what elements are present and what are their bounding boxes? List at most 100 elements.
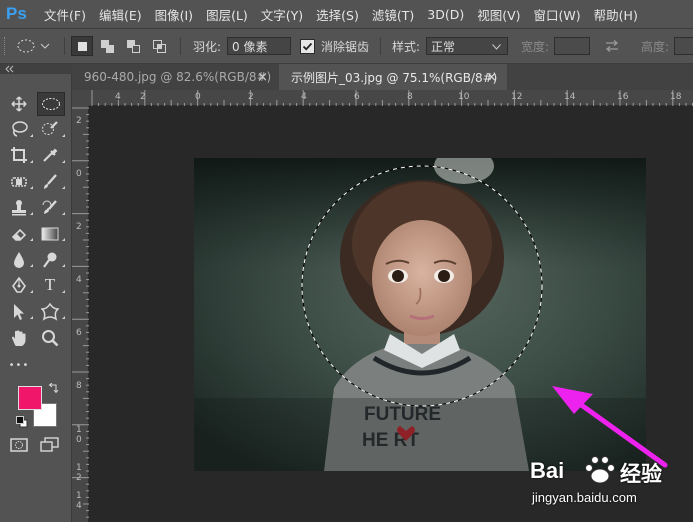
elliptical-marquee-tool[interactable] — [37, 92, 65, 116]
brush-tool[interactable] — [38, 171, 62, 193]
new-selection-icon — [78, 42, 87, 51]
menu-window[interactable]: 窗口(W) — [534, 5, 581, 24]
document-image[interactable]: FUTURE HE RT — [194, 158, 646, 471]
hand-icon — [12, 330, 26, 346]
foreground-color-swatch[interactable] — [18, 386, 42, 410]
edit-toolbar-button[interactable]: ••• — [7, 354, 31, 376]
quick-mask-button[interactable] — [7, 434, 31, 456]
ellipse-marquee-icon — [42, 98, 60, 110]
zoom-tool[interactable] — [38, 327, 62, 349]
stamp-icon — [12, 200, 26, 216]
baidu-jingyan-watermark: Bai 经验 jingyan.baidu.com — [530, 446, 690, 510]
gradient-tool[interactable] — [38, 223, 62, 245]
ruler-label: 2 — [76, 473, 82, 483]
width-input[interactable] — [554, 37, 590, 55]
ruler-label: 8 — [76, 381, 82, 391]
arrow-cursor-icon — [14, 304, 24, 320]
ruler-label: 0 — [76, 435, 82, 445]
default-colors-icon — [16, 416, 28, 428]
watermark-brand-left: Bai — [530, 458, 565, 483]
options-grip — [4, 37, 7, 55]
menu-type[interactable]: 文字(Y) — [261, 5, 303, 24]
type-tool[interactable]: T — [38, 274, 62, 296]
photo-of-child: FUTURE HE RT — [194, 158, 646, 471]
screen-mode-icon — [40, 437, 59, 452]
intersect-selection-button[interactable] — [149, 36, 171, 56]
menu-3d[interactable]: 3D(D) — [427, 7, 464, 22]
move-tool[interactable] — [7, 93, 31, 115]
tools-panel: T ••• — [0, 64, 72, 522]
eraser-icon — [11, 228, 27, 241]
tab-960-480[interactable]: 960-480.jpg @ 82.6%(RGB/8#) × — [72, 64, 278, 90]
ruler-label: 18 — [670, 92, 682, 102]
menu-image[interactable]: 图像(I) — [155, 5, 193, 24]
history-brush-tool[interactable] — [38, 197, 62, 219]
panel-collapse-button[interactable] — [0, 64, 72, 74]
ruler-label: 1 — [76, 463, 82, 473]
height-label: 高度: — [641, 39, 670, 54]
droplet-icon — [14, 252, 24, 268]
new-selection-button[interactable] — [71, 36, 93, 56]
watermark-brand-right: 经验 — [620, 462, 662, 486]
pen-icon — [12, 277, 26, 293]
path-selection-tool[interactable] — [7, 301, 31, 323]
eyedropper-tool[interactable] — [38, 144, 62, 166]
menu-view[interactable]: 视图(V) — [477, 5, 520, 24]
add-selection-button[interactable] — [97, 36, 119, 56]
tool-preset-picker[interactable] — [16, 36, 58, 56]
ruler-label: 4 — [76, 275, 82, 285]
ruler-label: 10 — [458, 92, 470, 102]
ruler-label: 4 — [301, 92, 307, 102]
tab-close-button[interactable]: × — [486, 70, 497, 85]
photoshop-logo: Ps — [6, 4, 27, 23]
quick-selection-tool[interactable] — [38, 118, 62, 140]
tab-sample-image[interactable]: 示例图片_03.jpg @ 75.1%(RGB/8#) × — [279, 64, 507, 90]
menu-edit[interactable]: 编辑(E) — [99, 5, 142, 24]
dodge-tool[interactable] — [38, 249, 62, 271]
crop-tool[interactable] — [7, 144, 31, 166]
shape-icon — [41, 303, 59, 321]
menu-layer[interactable]: 图层(L) — [206, 5, 248, 24]
subtract-selection-button[interactable] — [123, 36, 145, 56]
feather-input[interactable]: 0 像素 — [227, 37, 291, 55]
vertical-ruler: 2 0 2 4 6 8 1 0 1 2 1 4 — [72, 106, 89, 522]
checkmark-icon — [302, 42, 313, 50]
tab-close-button[interactable]: × — [257, 70, 268, 85]
menu-select[interactable]: 选择(S) — [316, 5, 359, 24]
blur-tool[interactable] — [7, 249, 31, 271]
ruler-ticks — [91, 90, 693, 106]
menu-file[interactable]: 文件(F) — [44, 5, 86, 24]
swap-colors-button[interactable] — [48, 382, 59, 397]
more-icon: ••• — [8, 359, 30, 371]
intersect-selection-icon-fill — [157, 44, 162, 49]
lasso-tool[interactable] — [7, 118, 31, 140]
menu-help[interactable]: 帮助(H) — [594, 5, 638, 24]
horizontal-ruler: 4 2 0 2 4 6 8 10 12 14 16 18 — [90, 90, 693, 106]
quick-selection-icon — [42, 121, 58, 135]
menu-filter[interactable]: 滤镜(T) — [372, 5, 414, 24]
lasso-icon — [12, 121, 28, 137]
tab-label: 示例图片_03.jpg @ 75.1%(RGB/8#) — [291, 70, 498, 85]
style-select[interactable]: 正常 — [426, 37, 508, 55]
hand-tool[interactable] — [7, 327, 31, 349]
clone-stamp-tool[interactable] — [7, 197, 31, 219]
height-input[interactable] — [674, 37, 693, 55]
spot-healing-tool[interactable] — [7, 171, 31, 193]
swap-dimensions-button[interactable] — [604, 29, 620, 63]
eraser-tool[interactable] — [7, 223, 31, 245]
custom-shape-tool[interactable] — [38, 301, 62, 323]
default-colors-button[interactable] — [16, 416, 28, 431]
history-brush-icon — [42, 200, 57, 214]
pen-tool[interactable] — [7, 275, 31, 297]
swap-icon — [48, 382, 59, 394]
chevron-down-icon — [40, 43, 50, 49]
options-separator — [380, 37, 381, 55]
ruler-label: 14 — [564, 92, 576, 102]
move-icon — [11, 96, 27, 112]
antialias-checkbox[interactable] — [300, 38, 315, 54]
add-selection-icon-part — [106, 45, 114, 53]
ruler-origin[interactable] — [72, 90, 90, 106]
menu-bar: Ps 文件(F) 编辑(E) 图像(I) 图层(L) 文字(Y) 选择(S) 滤… — [0, 0, 693, 28]
magnifier-icon — [42, 330, 59, 347]
screen-mode-button[interactable] — [38, 434, 62, 456]
